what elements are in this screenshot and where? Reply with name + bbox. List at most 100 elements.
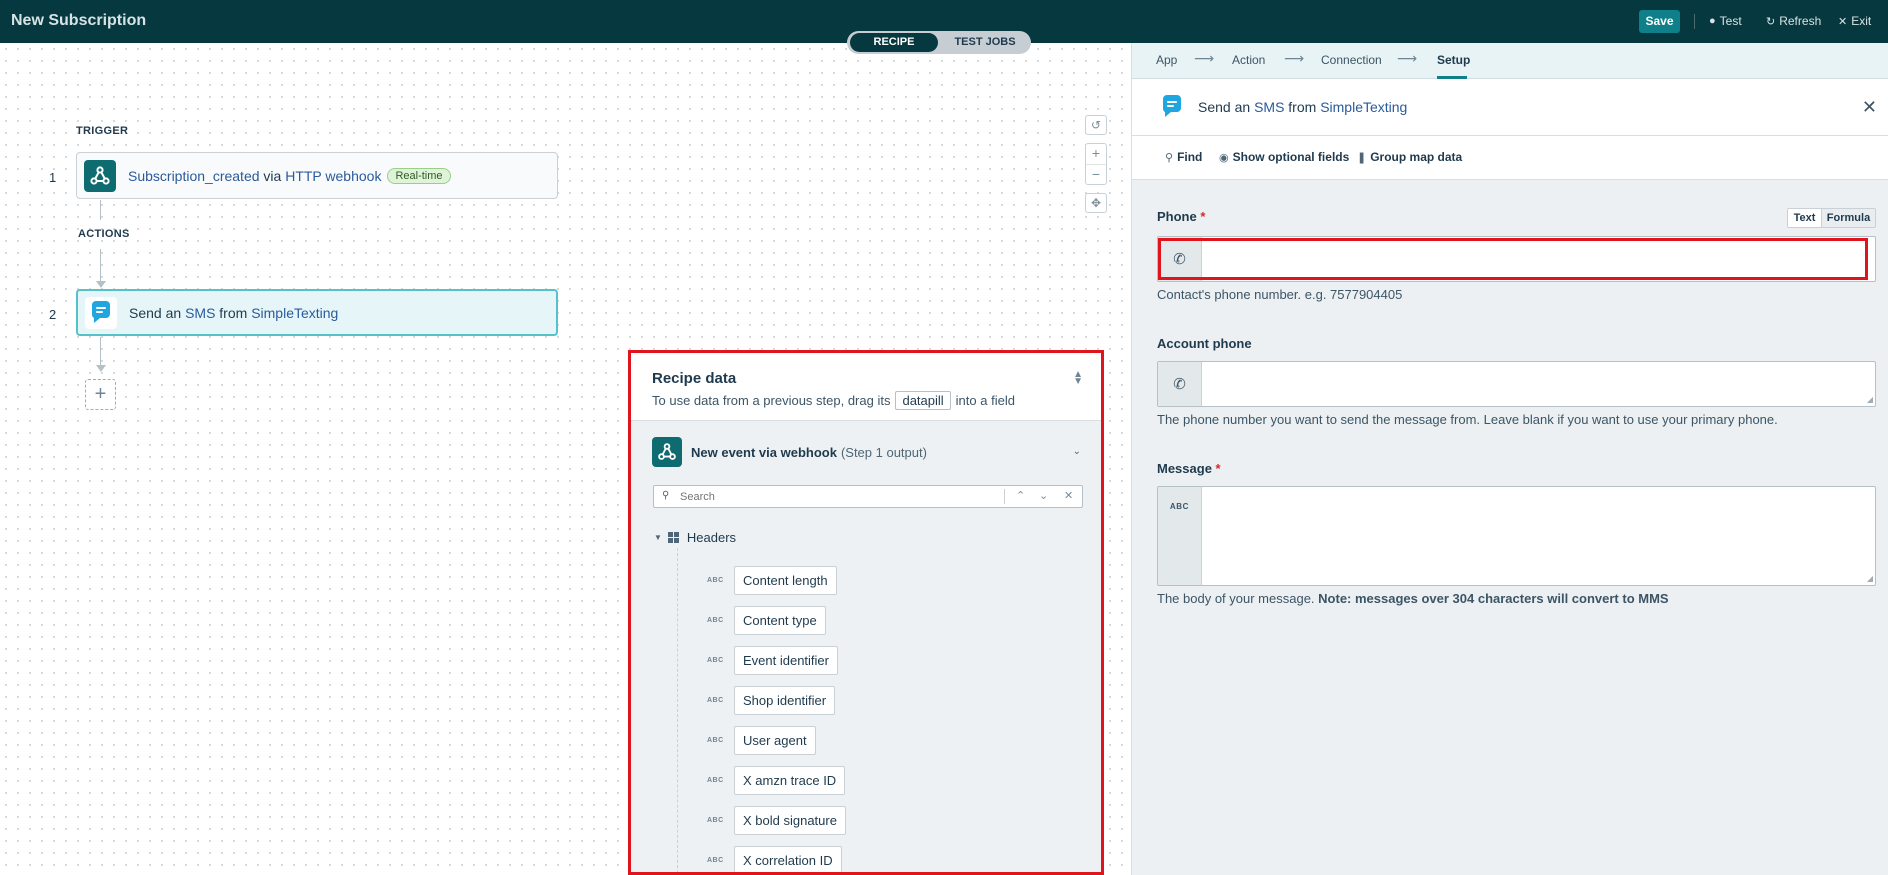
resize-handle-icon[interactable]: ◢ — [1867, 574, 1873, 583]
headers-group[interactable]: ▼ Headers — [654, 530, 736, 545]
reset-view-icon[interactable]: ↺ — [1085, 115, 1107, 135]
find-button[interactable]: ⚲ Find — [1165, 150, 1202, 164]
canvas-tools: ↺ + − ✥ — [1085, 115, 1107, 213]
breadcrumb-setup[interactable]: Setup — [1437, 53, 1470, 67]
step-output-header[interactable]: New event via webhook (Step 1 output) — [652, 437, 927, 467]
action-step[interactable]: Send an SMS from SimpleTexting — [76, 289, 558, 336]
account-phone-input[interactable] — [1206, 366, 1869, 402]
phone-input[interactable] — [1206, 241, 1869, 277]
simpletexting-icon — [85, 296, 117, 329]
header-from: from — [1288, 99, 1317, 115]
connector-arrow — [96, 365, 106, 372]
message-hint: The body of your message. Note: messages… — [1157, 591, 1669, 606]
group-map-data-button[interactable]: ❚ Group map data — [1357, 150, 1462, 164]
datapill-list: ABC Content length ABC Content type ABC Eve… — [707, 560, 846, 872]
action-object-link[interactable]: SMS — [185, 305, 215, 321]
expand-collapse-icon[interactable]: ▲ ▼ — [1073, 370, 1083, 387]
add-step-button[interactable]: + — [85, 379, 116, 410]
actions-label: ACTIONS — [78, 228, 130, 240]
test-button[interactable]: ● Test — [1709, 14, 1742, 28]
show-optional-fields-button[interactable]: ◉ Show optional fields — [1219, 150, 1349, 164]
chevron-down-icon[interactable]: ⌄ — [1039, 489, 1048, 502]
breadcrumb-action[interactable]: Action — [1232, 53, 1265, 67]
zoom-out-icon[interactable]: − — [1086, 164, 1106, 184]
clear-search-icon[interactable]: ✕ — [1064, 489, 1073, 502]
caret-down-icon: ▼ — [654, 533, 662, 542]
mode-formula[interactable]: Formula — [1822, 209, 1875, 227]
list-item: ABC Content length — [707, 560, 846, 600]
list-item: ABC X correlation ID — [707, 840, 846, 872]
arrow-right-icon: ⟶ — [1397, 50, 1418, 66]
zoom-in-icon[interactable]: + — [1086, 144, 1106, 164]
subtitle-text: To use data from a previous step, drag i… — [652, 393, 891, 408]
tab-recipe[interactable]: RECIPE — [850, 33, 938, 52]
save-button[interactable]: Save — [1639, 10, 1680, 33]
phone-label: Phone * — [1157, 209, 1205, 224]
refresh-button[interactable]: ↻ Refresh — [1766, 14, 1821, 28]
mode-text[interactable]: Text — [1788, 209, 1822, 227]
message-input[interactable] — [1206, 491, 1869, 581]
recipe-title: New Subscription — [11, 12, 147, 29]
datapill[interactable]: User agent — [734, 725, 816, 755]
fit-view-icon[interactable]: ✥ — [1085, 193, 1107, 213]
required-marker: * — [1200, 209, 1206, 224]
datapill[interactable]: X bold signature — [734, 805, 846, 835]
datapill[interactable]: Event identifier — [734, 645, 838, 675]
columns-icon: ❚ — [1357, 151, 1367, 164]
webhook-icon — [84, 159, 116, 192]
datapill[interactable]: X amzn trace ID — [734, 765, 846, 795]
output-title: New event via webhook — [691, 444, 837, 460]
close-icon: ✕ — [1838, 15, 1848, 28]
trigger-app-link[interactable]: HTTP webhook — [285, 168, 381, 184]
message-field: ABC ◢ — [1157, 486, 1876, 586]
chevron-down-icon[interactable]: ⌄ — [1073, 446, 1081, 457]
optional-fields-label: Show optional fields — [1232, 150, 1350, 164]
tree-guide-line — [677, 548, 678, 872]
string-type-icon: ABC — [707, 776, 724, 784]
refresh-label: Refresh — [1779, 14, 1822, 28]
recipe-data-header: Recipe data To use data from a previous … — [631, 353, 1101, 421]
message-hint-note: Note: messages over 304 characters will … — [1318, 591, 1669, 606]
datapill[interactable]: Shop identifier — [734, 685, 836, 715]
connector-line — [100, 337, 101, 365]
close-icon[interactable]: ✕ — [1862, 97, 1877, 118]
phone-icon: ✆ — [1158, 362, 1202, 406]
object-icon — [667, 532, 679, 543]
recipe-data-panel: Recipe data To use data from a previous … — [628, 350, 1104, 875]
trigger-event-link[interactable]: Subscription_created — [128, 168, 260, 184]
chevron-up-icon[interactable]: ⌃ — [1016, 489, 1025, 502]
datapill[interactable]: Content type — [734, 605, 826, 635]
tab-test-jobs[interactable]: TEST JOBS — [941, 33, 1029, 52]
search-icon: ⚲ — [1165, 151, 1174, 164]
eye-icon: ◉ — [1219, 151, 1229, 164]
play-icon: ● — [1709, 15, 1716, 27]
datapill[interactable]: X correlation ID — [734, 845, 842, 872]
toolbar-divider — [1694, 14, 1695, 29]
setup-panel: App ⟶ Action ⟶ Connection ⟶ Setup Send a… — [1131, 43, 1888, 875]
action-prefix: Send an — [129, 304, 182, 321]
header-app-link[interactable]: SimpleTexting — [1320, 99, 1407, 115]
exit-button[interactable]: ✕ Exit — [1838, 14, 1871, 28]
phone-field: ✆ — [1157, 236, 1876, 282]
action-app-link[interactable]: SimpleTexting — [251, 305, 338, 321]
search-divider — [1004, 489, 1005, 504]
exit-label: Exit — [1851, 14, 1872, 28]
trigger-label: TRIGGER — [76, 125, 129, 137]
list-item: ABC X bold signature — [707, 800, 846, 840]
list-item: ABC Event identifier — [707, 640, 846, 680]
trigger-step[interactable]: Subscription_created via HTTP webhook Re… — [76, 152, 558, 199]
string-type-icon: ABC — [707, 696, 724, 704]
phone-label-text: Phone — [1157, 209, 1197, 224]
account-phone-field: ✆ ◢ — [1157, 361, 1876, 407]
connector-line — [100, 249, 101, 281]
breadcrumb-connection[interactable]: Connection — [1321, 53, 1382, 67]
search-input[interactable] — [680, 488, 980, 505]
header-object-link[interactable]: SMS — [1254, 99, 1284, 115]
connector-arrow — [96, 281, 106, 288]
resize-handle-icon[interactable]: ◢ — [1867, 395, 1873, 404]
header-prefix: Send an — [1198, 99, 1251, 115]
datapill[interactable]: Content length — [734, 565, 837, 595]
breadcrumb-app[interactable]: App — [1156, 53, 1177, 67]
arrow-right-icon: ⟶ — [1194, 50, 1215, 66]
list-item: ABC Shop identifier — [707, 680, 846, 720]
